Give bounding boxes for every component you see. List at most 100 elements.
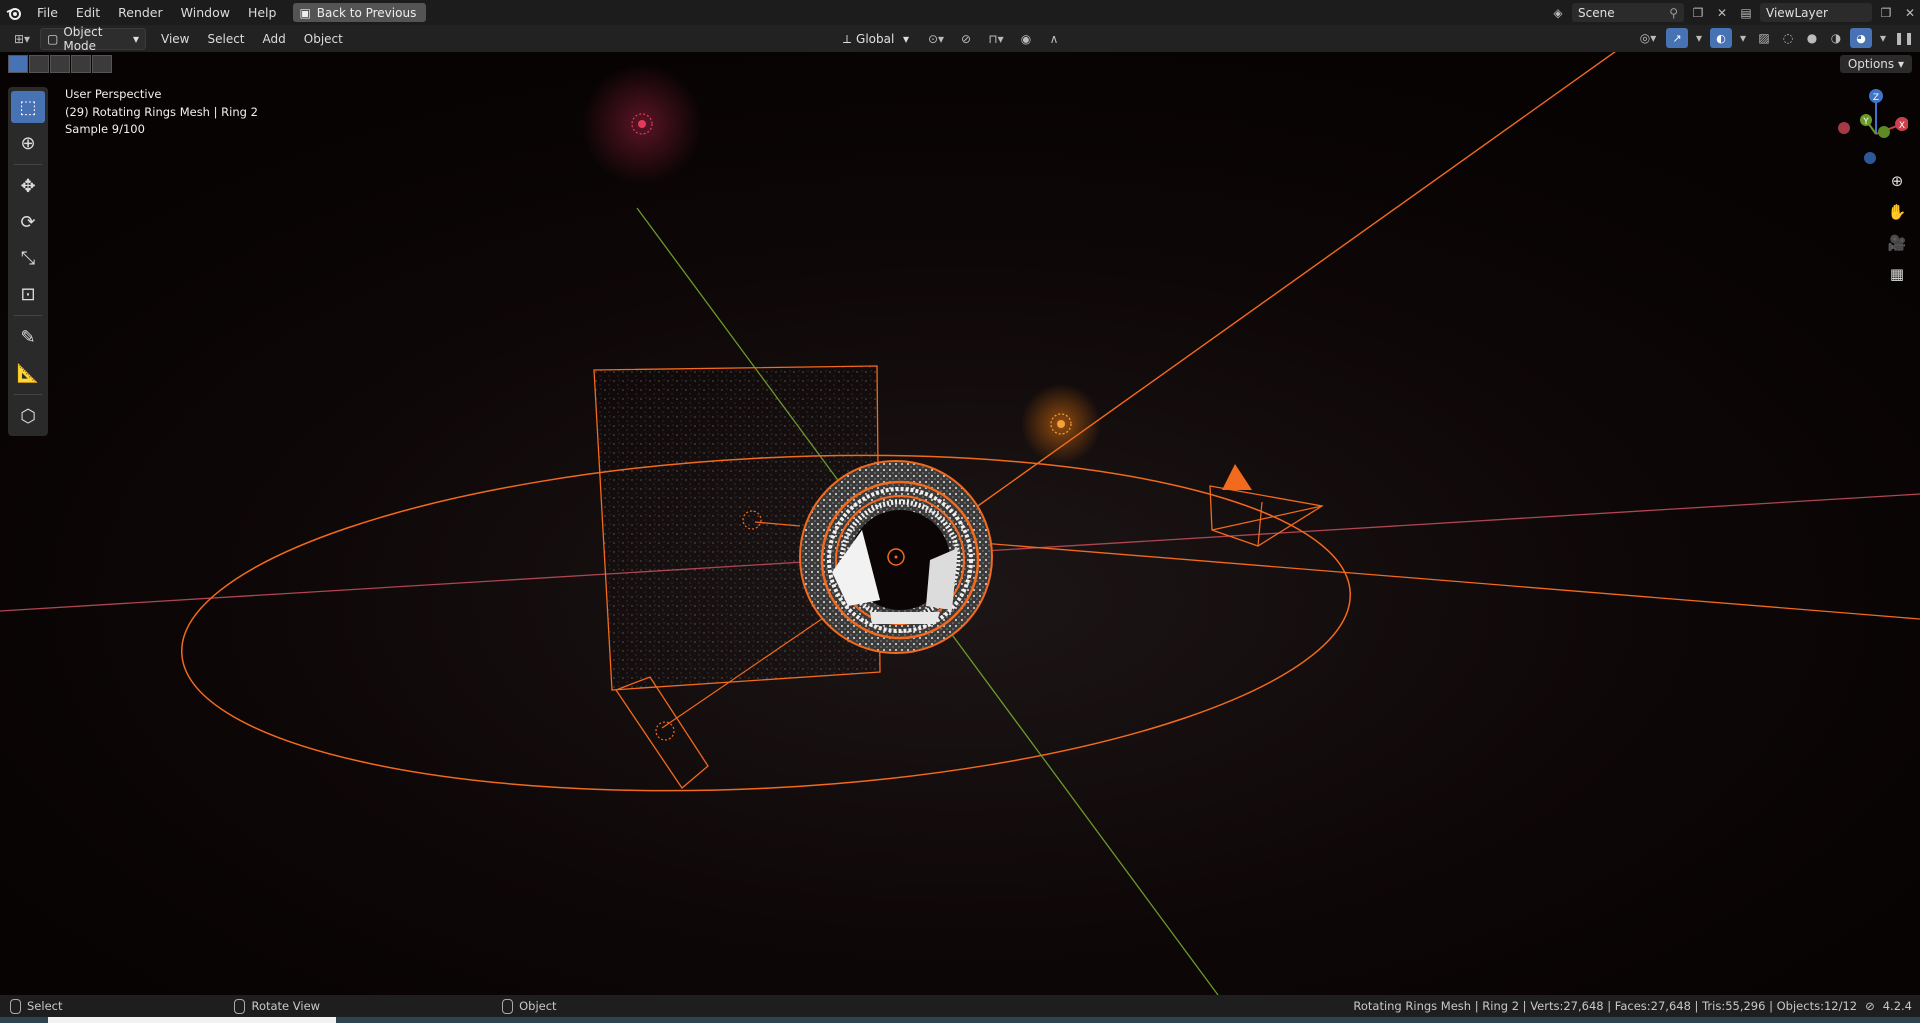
editor-type-icon[interactable]: ⊞▾ [8,29,36,48]
status-rotate: Rotate View [234,998,321,1014]
menu-edit[interactable]: Edit [67,0,109,25]
origin-dot [894,555,898,559]
chevron-down-icon[interactable]: ▾ [1692,29,1706,48]
overlays-toggle-icon[interactable]: ◐ [1710,28,1732,48]
gizmo-neg-z[interactable] [1864,152,1876,164]
gizmo-z-label: Z [1873,93,1879,103]
perspective-label: User Perspective [65,87,162,101]
menu-view[interactable]: View [152,32,198,46]
select-extend-icon[interactable] [29,55,49,73]
view-layer-type-icon[interactable]: ▤ [1736,3,1756,22]
red-point-light-core [638,120,646,128]
mouse-middle-icon [234,998,246,1014]
viewport-header: ⊞▾ ▢ Object Mode ▾ View Select Add Objec… [0,24,1920,53]
options-dropdown[interactable]: Options ▾ [1839,55,1912,73]
status-rotate-label: Rotate View [251,999,321,1013]
cursor-tool-icon[interactable]: ⊕ [11,127,45,159]
select-subtract-icon[interactable] [50,55,70,73]
material-shading-icon[interactable]: ◑ [1826,29,1846,48]
render-sample-label: Sample 9/100 [65,122,145,136]
xray-toggle-icon[interactable]: ▨ [1754,29,1774,48]
annotate-tool-icon[interactable]: ✎ [11,321,45,353]
chevron-down-icon: ▾ [902,32,909,46]
blender-logo-icon[interactable] [0,0,28,25]
menu-object[interactable]: Object [295,32,352,46]
close-view-layer-icon[interactable]: ✕ [1900,3,1920,22]
visibility-icon[interactable]: ◎▾ [1634,29,1662,48]
select-set-icon[interactable] [8,55,28,73]
tool-shelf: ⬚ ⊕ ✥ ⟳ ⤡ ⊡ ✎ 📐 ⬡ [8,87,48,436]
solid-shading-icon[interactable]: ● [1802,29,1822,48]
chevron-down-icon[interactable]: ▾ [1876,29,1890,48]
chevron-down-icon: ▾ [132,31,139,46]
mode-label: Object Mode [63,24,103,53]
back-to-previous-button[interactable]: ▣ Back to Previous [293,3,427,22]
rotating-rings-mesh[interactable] [799,460,993,654]
view-layer-field[interactable]: ViewLayer [1760,3,1872,22]
move-tool-icon[interactable]: ✥ [11,170,45,202]
wireframe-shading-icon[interactable]: ◌ [1778,29,1798,48]
taskbar-strip [0,1017,1920,1023]
gizmo-neg-x[interactable] [1838,122,1850,134]
scene-field[interactable]: Scene ⚲ [1572,3,1684,22]
menu-help[interactable]: Help [239,0,286,25]
viewport-info-overlay: User Perspective (29) Rotating Rings Mes… [65,86,258,139]
object-mode-icon: ▢ [47,31,59,46]
viewport-scene [0,52,1920,995]
measure-tool-icon[interactable]: 📐 [11,357,45,389]
select-box-tool-icon[interactable]: ⬚ [11,91,45,123]
add-cube-tool-icon[interactable]: ⬡ [11,400,45,432]
warning-icon: ⊘ [1865,999,1875,1013]
status-select: Select [10,998,62,1014]
menu-select[interactable]: Select [198,32,253,46]
pivot-point-icon[interactable]: ⊙▾ [922,30,950,49]
gizmo-x-label: X [1899,121,1905,131]
menu-add[interactable]: Add [254,32,295,46]
scene-type-icon[interactable]: ◈ [1548,3,1568,22]
3d-viewport[interactable] [0,52,1920,995]
snap-target-icon[interactable]: ⊓▾ [982,30,1010,49]
status-object-label: Object [519,999,557,1013]
orange-point-light-core [1057,420,1065,428]
toolbar-divider [14,315,42,316]
menu-window[interactable]: Window [172,0,239,25]
blender-version: 4.2.4 [1882,999,1912,1013]
status-bar: Select Rotate View Object Rotating Rings… [0,995,1920,1017]
navigation-gizmo[interactable]: Z X Y [1836,86,1909,166]
active-object-label: (29) Rotating Rings Mesh | Ring 2 [65,104,258,119]
status-right: Rotating Rings Mesh | Ring 2 | Verts:27,… [1353,995,1912,1017]
screen-icon: ▣ [299,5,311,20]
select-intersect-icon[interactable] [92,55,112,73]
proportional-edit-icon[interactable]: ◉ [1016,30,1036,49]
snap-icon[interactable]: ⊘ [956,30,976,49]
pause-render-icon[interactable]: ❚❚ [1894,29,1914,48]
selection-mode-buttons [8,55,112,73]
rendered-shading-icon[interactable]: ◕ [1850,28,1872,48]
navigation-buttons: ⊕ ✋ 🎥 ▦ [1886,170,1908,285]
new-scene-icon[interactable]: ❐ [1688,3,1708,22]
mouse-right-icon [502,998,514,1014]
close-scene-icon[interactable]: ✕ [1712,3,1732,22]
transform-tools: ⟂ Global ▾ ⊙▾ ⊘ ⊓▾ ◉ ∧ [836,28,1066,50]
top-menu-bar: File Edit Render Window Help ▣ Back to P… [0,0,1920,25]
chevron-down-icon[interactable]: ▾ [1736,29,1750,48]
scale-tool-icon[interactable]: ⤡ [11,242,45,274]
transform-tool-icon[interactable]: ⊡ [11,278,45,310]
gizmo-toggle-icon[interactable]: ↗ [1666,28,1688,48]
select-invert-icon[interactable] [71,55,91,73]
menu-render[interactable]: Render [109,0,172,25]
camera-view-icon[interactable]: 🎥 [1886,232,1908,254]
transform-orientation-dropdown[interactable]: ⟂ Global ▾ [836,28,916,50]
mode-dropdown[interactable]: ▢ Object Mode ▾ [40,24,146,53]
new-view-layer-icon[interactable]: ❐ [1876,3,1896,22]
menu-file[interactable]: File [28,0,67,25]
gizmo-neg-y[interactable] [1878,126,1890,138]
rotate-tool-icon[interactable]: ⟳ [11,206,45,238]
ortho-grid-icon[interactable]: ▦ [1886,263,1908,285]
toolbar-divider [14,394,42,395]
pan-hand-icon[interactable]: ✋ [1886,201,1908,223]
back-to-previous-label: Back to Previous [316,5,417,20]
zoom-icon[interactable]: ⊕ [1886,170,1908,192]
scene-controls: ◈ Scene ⚲ ❐ ✕ ▤ ViewLayer ❐ ✕ [1548,0,1920,25]
falloff-icon[interactable]: ∧ [1042,30,1066,49]
